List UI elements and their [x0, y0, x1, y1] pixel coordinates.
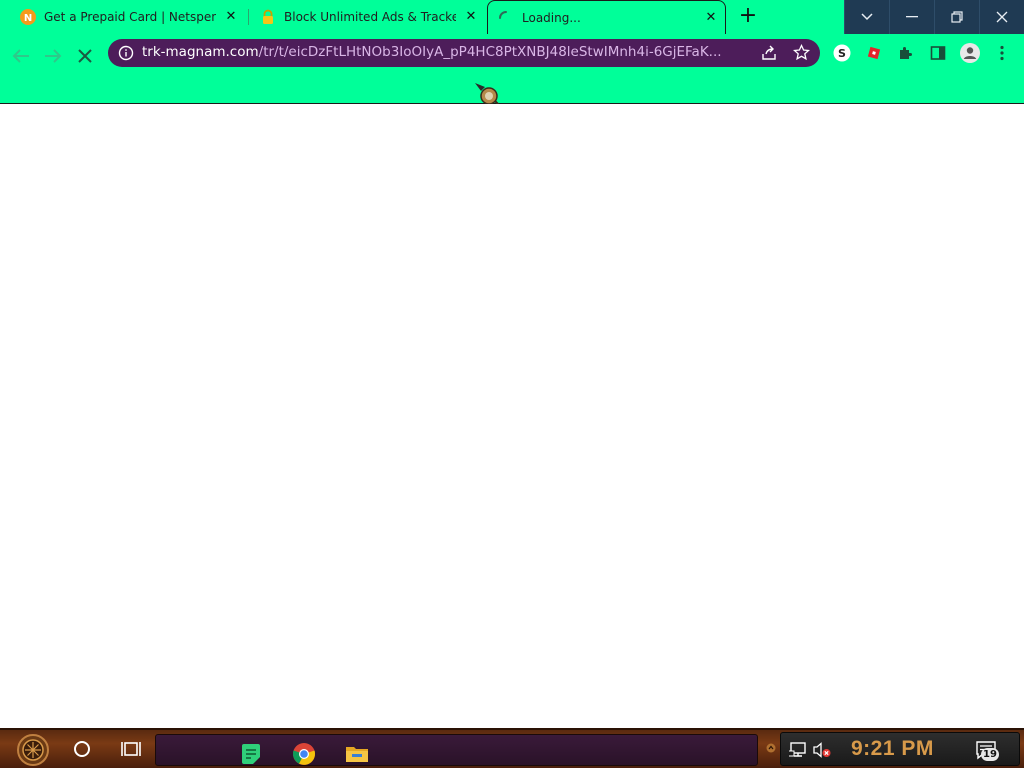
- url-path: /tr/t/eicDzFtLHtNOb3IoOIyA_pP4HC8PtXNBJ4…: [258, 44, 722, 60]
- share-icon[interactable]: [761, 45, 777, 61]
- svg-text:N: N: [24, 13, 32, 24]
- site-info-icon[interactable]: [118, 45, 134, 61]
- profile-button[interactable]: [959, 42, 981, 64]
- restore-icon: [951, 11, 963, 23]
- bookmark-star-icon[interactable]: [793, 44, 810, 61]
- tab-strip: N Get a Prepaid Card | Netspend ✕ Block …: [0, 0, 1024, 34]
- search-circle-icon[interactable]: [74, 741, 90, 757]
- forward-button[interactable]: [40, 43, 66, 69]
- file-explorer-icon[interactable]: [345, 742, 369, 766]
- side-panel-button[interactable]: [927, 42, 949, 64]
- minimize-button[interactable]: [889, 0, 934, 34]
- browser-toolbar: trk-magnam.com/tr/t/eicDzFtLHtNOb3IoOIyA…: [0, 34, 1024, 104]
- s-extension-icon: S: [833, 44, 851, 62]
- stop-icon: [78, 49, 92, 63]
- tray-overflow-icon[interactable]: [766, 743, 776, 753]
- kebab-menu-icon: [1000, 45, 1004, 61]
- tab-netspend[interactable]: N Get a Prepaid Card | Netspend ✕: [0, 0, 248, 34]
- netspend-icon: N: [20, 9, 36, 25]
- browser-menu-button[interactable]: [991, 42, 1013, 64]
- tab-search-button[interactable]: [844, 0, 889, 34]
- close-tab-icon[interactable]: ✕: [222, 8, 240, 26]
- pinned-apps-area: [155, 734, 758, 766]
- arrow-left-icon: [12, 49, 29, 63]
- close-window-button[interactable]: [979, 0, 1024, 34]
- back-button[interactable]: [8, 43, 34, 69]
- url-text[interactable]: trk-magnam.com/tr/t/eicDzFtLHtNOb3IoOIyA…: [142, 44, 752, 60]
- close-tab-icon[interactable]: ✕: [702, 9, 720, 27]
- close-tab-icon[interactable]: ✕: [462, 8, 480, 26]
- extension-s-button[interactable]: S: [831, 42, 853, 64]
- restore-button[interactable]: [934, 0, 979, 34]
- task-view-icon[interactable]: [121, 740, 141, 758]
- tab-title: Get a Prepaid Card | Netspend: [44, 10, 216, 24]
- address-bar[interactable]: trk-magnam.com/tr/t/eicDzFtLHtNOb3IoOIyA…: [108, 39, 820, 67]
- puzzle-icon: [900, 47, 912, 59]
- svg-text:S: S: [838, 47, 846, 60]
- chrome-icon[interactable]: [292, 742, 316, 766]
- window-controls: [844, 0, 1024, 34]
- arrow-right-icon: [45, 49, 62, 63]
- lock-icon: [263, 9, 273, 24]
- new-tab-button[interactable]: +: [737, 5, 759, 28]
- taskbar-clock[interactable]: 9:21 PM: [851, 737, 934, 761]
- extension-roblox-button[interactable]: [863, 42, 885, 64]
- tab-title: Loading...: [522, 11, 581, 25]
- url-domain: trk-magnam.com: [142, 44, 259, 60]
- page-viewport[interactable]: [0, 104, 1024, 728]
- roblox-extension-icon: [867, 46, 881, 60]
- volume-muted-icon[interactable]: [813, 742, 831, 758]
- taskbar: 9:21 PM 19: [0, 728, 1024, 768]
- tab-loading[interactable]: Loading... ✕: [487, 0, 726, 34]
- tab-block-ads[interactable]: Block Unlimited Ads & Trackers ✕: [240, 0, 488, 34]
- loading-spinner-icon: [499, 11, 507, 19]
- tab-title: Block Unlimited Ads & Trackers: [284, 10, 456, 24]
- network-icon[interactable]: [789, 742, 807, 758]
- notes-app-icon[interactable]: [239, 742, 263, 766]
- chevron-down-icon: [861, 13, 873, 21]
- stop-loading-button[interactable]: [72, 43, 98, 69]
- system-tray: 9:21 PM 19: [780, 732, 1020, 766]
- side-panel-icon: [930, 46, 946, 60]
- profile-avatar-icon: [960, 43, 980, 63]
- start-button-icon[interactable]: [10, 733, 56, 767]
- notification-count-badge: 19: [981, 748, 999, 761]
- minimize-icon: [906, 16, 918, 18]
- extensions-button[interactable]: [895, 42, 917, 64]
- close-icon: [996, 11, 1008, 23]
